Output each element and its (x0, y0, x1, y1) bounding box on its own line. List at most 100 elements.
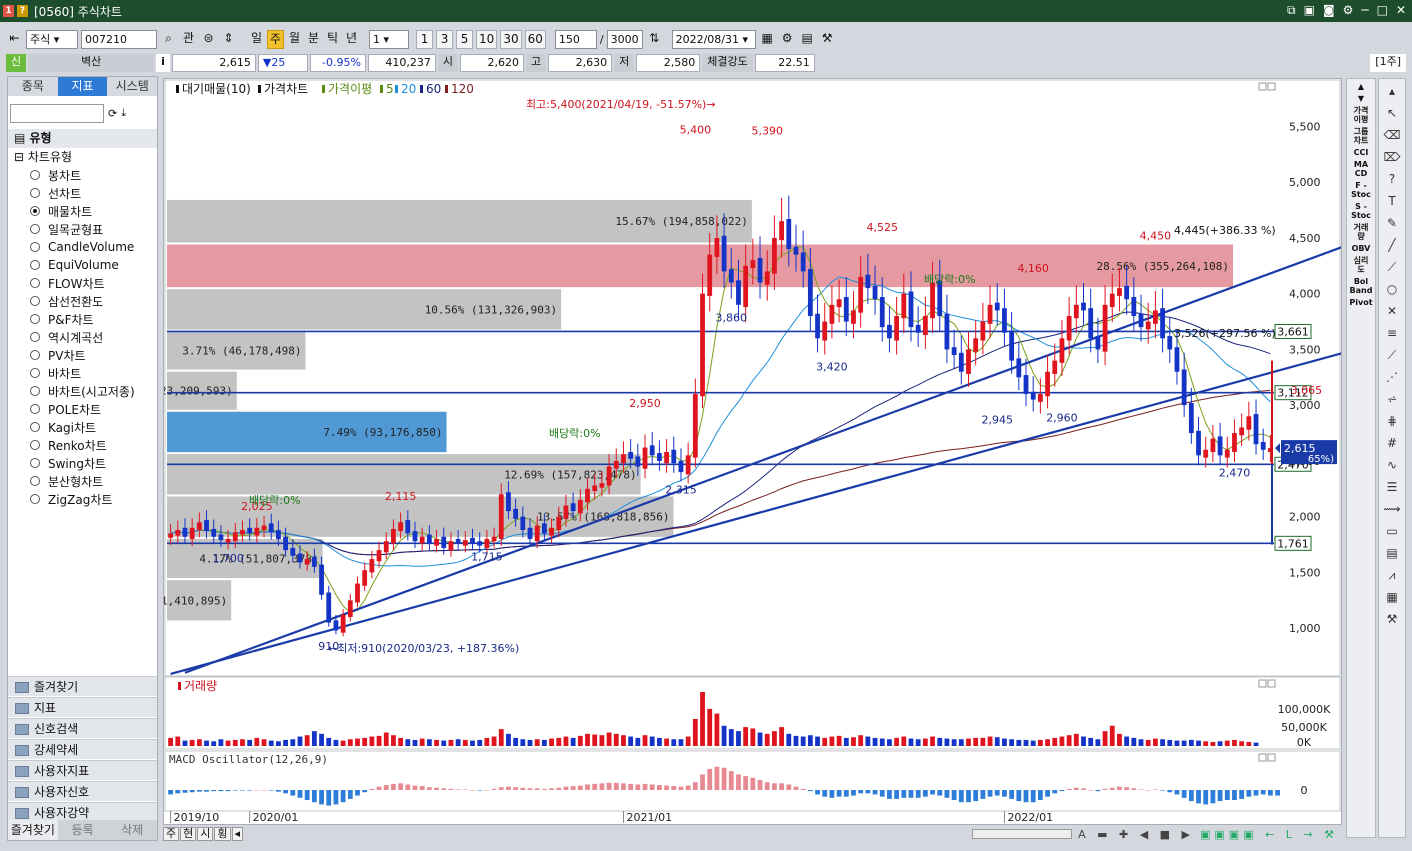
line-icon[interactable]: ╱ (1383, 236, 1401, 254)
trend-line-icon[interactable]: ⟋ (1383, 258, 1401, 276)
chart-type-item[interactable]: 바차트(시고저종) (8, 382, 157, 400)
radio-icon[interactable] (30, 224, 40, 234)
chart-icon[interactable]: ▦ (759, 30, 776, 49)
gwan-button[interactable]: 관 (180, 30, 197, 49)
chart-type-item[interactable]: 선차트 (8, 184, 157, 202)
window-link-icon[interactable]: ⧉ (1287, 3, 1296, 18)
left-bottom-tab[interactable]: 등록 (58, 820, 108, 840)
radio-icon[interactable] (30, 170, 40, 180)
chart-nav-icons[interactable]: A ▬ ✚ ◀ ■ ▶ (1078, 828, 1194, 841)
scroll-up-icon[interactable]: ▲ (1347, 82, 1375, 91)
circle-icon[interactable]: ○ (1383, 280, 1401, 298)
grid-icon[interactable]: # (1383, 434, 1401, 452)
radio-icon[interactable] (30, 368, 40, 378)
type-section[interactable]: ▤ 유형 (8, 129, 157, 148)
panel-maximize-icon[interactable] (1258, 679, 1267, 688)
chart-type-item[interactable]: Swing차트 (8, 454, 157, 472)
chart-type-item[interactable]: PV차트 (8, 346, 157, 364)
folder-item[interactable]: 강세약세 (8, 739, 157, 759)
gann-icon[interactable]: ⋕ (1383, 412, 1401, 430)
radio-icon[interactable] (30, 314, 40, 324)
text-icon[interactable]: T (1383, 192, 1401, 210)
chart-type-item[interactable]: P&F차트 (8, 310, 157, 328)
folder-item[interactable]: 신호검색 (8, 718, 157, 738)
panel-close-icon[interactable] (1267, 679, 1276, 688)
quick-button[interactable]: 5 (456, 29, 474, 49)
cross-icon[interactable]: ✕ (1383, 302, 1401, 320)
chart-type-item[interactable]: 역시계곡선 (8, 328, 157, 346)
radio-icon[interactable] (30, 440, 40, 450)
panel-close-icon[interactable] (1267, 82, 1276, 91)
refresh-icon[interactable]: ⇅ (646, 30, 663, 49)
stock-code-input[interactable]: 007210 (81, 29, 157, 49)
eraser-icon[interactable]: ⌫ (1383, 126, 1401, 144)
left-bottom-tab[interactable]: 즐겨찾기 (8, 820, 58, 840)
help-icon[interactable]: ? (17, 5, 28, 17)
chart-type-root[interactable]: ⊟ 차트유형 (8, 148, 157, 166)
pen-icon[interactable]: ✎ (1383, 214, 1401, 232)
psychology-icon[interactable]: 심리 도 (1347, 256, 1375, 274)
sstoc-icon[interactable]: S - Stoc (1347, 202, 1375, 220)
chart-type-item[interactable]: 매물차트 (8, 202, 157, 220)
unit-select[interactable]: 1 ▾ (369, 29, 410, 49)
panel-close-icon[interactable] (1267, 753, 1276, 762)
wave-icon[interactable]: ∿ (1383, 456, 1401, 474)
quick-button[interactable]: 3 (436, 29, 454, 49)
bottom-btn-si[interactable]: 시 (197, 827, 214, 841)
period-button[interactable]: 일 (248, 30, 265, 49)
window-copy-icon[interactable]: ▣ (1304, 3, 1315, 18)
wrench-icon[interactable]: ⚒ (1383, 610, 1401, 628)
settings-icon[interactable]: ⚙ (1343, 3, 1354, 18)
left-tab[interactable]: 시스템 (107, 77, 157, 96)
level-icon[interactable]: ☰ (1383, 478, 1401, 496)
calc-icon[interactable]: ▦ (1383, 588, 1401, 606)
radio-icon[interactable] (30, 476, 40, 486)
prev-stock-icon[interactable]: ⇤ (6, 30, 23, 49)
chart-type-item[interactable]: 일목균형표 (8, 220, 157, 238)
fibonacci-icon[interactable]: ⩫ (1383, 390, 1401, 408)
bottom-btn-hyeon[interactable]: 현 (180, 827, 197, 841)
gear-icon[interactable]: ⚙ (779, 30, 796, 49)
fstoc-icon[interactable]: F - Stoc (1347, 181, 1375, 199)
question-icon[interactable]: ? (1383, 170, 1401, 188)
quick-button[interactable]: 1 (416, 29, 434, 49)
pivot-icon[interactable]: Pivot (1347, 298, 1375, 307)
chart-type-item[interactable]: CandleVolume (8, 238, 157, 256)
analysis-icon[interactable]: ⩘ (1383, 566, 1401, 584)
obv-icon[interactable]: OBV (1347, 244, 1375, 253)
updown-icon[interactable]: ⇕ (220, 30, 237, 49)
delete-all-icon[interactable]: ⌦ (1383, 148, 1401, 166)
window-icon[interactable]: ▭ (1383, 522, 1401, 540)
scroll-down-icon[interactable]: ▼ (1347, 94, 1375, 103)
radio-icon[interactable] (30, 188, 40, 198)
total-input[interactable]: 3000 (606, 29, 643, 49)
ma-indicator-icon[interactable]: 가격 이평 (1347, 106, 1375, 124)
folder-item[interactable]: 즐겨찾기 (8, 676, 157, 696)
tools-icon[interactable]: ⚒ (819, 30, 836, 49)
indicator-search-input[interactable] (10, 103, 104, 123)
chart-type-item[interactable]: ZigZag차트 (8, 490, 157, 508)
chart-type-item[interactable]: POLE차트 (8, 400, 157, 418)
quick-button[interactable]: 60 (524, 29, 546, 49)
radio-icon[interactable] (30, 386, 40, 396)
folder-item[interactable]: 사용자신호 (8, 781, 157, 801)
radio-icon[interactable] (30, 494, 40, 504)
zoom-slider[interactable] (972, 829, 1073, 839)
period-button[interactable]: 분 (305, 30, 322, 49)
date-select[interactable]: 2022/08/31 ▾ (671, 29, 756, 49)
radio-icon[interactable] (30, 332, 40, 342)
quick-button[interactable]: 30 (500, 29, 522, 49)
market-select[interactable]: 주식 ▾ (26, 29, 78, 49)
radio-icon[interactable] (30, 296, 40, 306)
chart-type-item[interactable]: 봉차트 (8, 166, 157, 184)
radio-icon[interactable] (30, 260, 40, 270)
radio-icon[interactable] (30, 242, 40, 252)
left-bottom-tab[interactable]: 삭제 (107, 820, 157, 840)
panel-maximize-icon[interactable] (1258, 753, 1267, 762)
left-tab[interactable]: 지표 (57, 77, 108, 96)
period-button[interactable]: 주 (267, 29, 285, 49)
period-button[interactable]: 월 (286, 30, 303, 49)
group-chart-icon[interactable]: 그룹 차트 (1347, 127, 1375, 145)
scroll-left-icon[interactable]: ◂ (231, 827, 244, 841)
panel-maximize-icon[interactable] (1258, 82, 1267, 91)
